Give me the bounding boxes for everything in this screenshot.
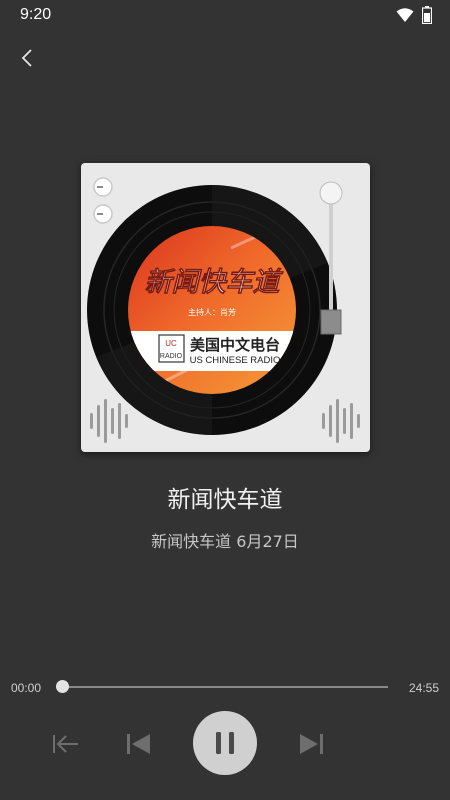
status-icons: [396, 6, 432, 24]
battery-icon: [422, 6, 432, 24]
duration-time: 24:55: [408, 681, 439, 695]
next-button[interactable]: [296, 729, 326, 759]
skip-to-start-button[interactable]: [50, 729, 80, 759]
track-title: 新闻快车道: [167, 487, 283, 513]
status-time: 9:20: [20, 6, 52, 23]
skip-to-start-icon: [53, 735, 78, 753]
sound-wave-left-icon: [90, 399, 128, 443]
previous-icon: [127, 734, 150, 754]
progress-thumb[interactable]: [55, 680, 69, 693]
cover-station-english: US CHINESE RADIO: [190, 355, 281, 366]
status-bar: 9:20: [0, 0, 450, 32]
sound-wave-right-icon: [322, 399, 360, 443]
turntable-graphic: 新闻快车道 主持人：肖芳 UC RADIO 美国中文电台 US CHINESE …: [87, 177, 360, 443]
cover-host: 主持人：肖芳: [188, 307, 236, 317]
chevron-left-icon: [21, 49, 32, 67]
knob-icon: [93, 177, 113, 224]
cover-headline: 新闻快车道: [145, 267, 284, 298]
progress-bar[interactable]: [62, 686, 388, 688]
current-time: 00:00: [11, 681, 42, 695]
pause-icon: [216, 732, 234, 754]
album-art-turntable: 新闻快车道 主持人：肖芳 UC RADIO 美国中文电台 US CHINESE …: [81, 163, 370, 452]
wifi-icon: [396, 8, 414, 22]
pause-button[interactable]: [193, 711, 257, 775]
previous-button[interactable]: [124, 729, 154, 759]
svg-text:UC: UC: [165, 339, 177, 348]
next-icon: [300, 734, 323, 754]
track-subtitle: 新闻快车道 6月27日: [151, 532, 299, 551]
cover-station-name: 美国中文电台: [190, 336, 280, 354]
svg-text:RADIO: RADIO: [160, 353, 183, 360]
back-button[interactable]: [12, 44, 42, 74]
